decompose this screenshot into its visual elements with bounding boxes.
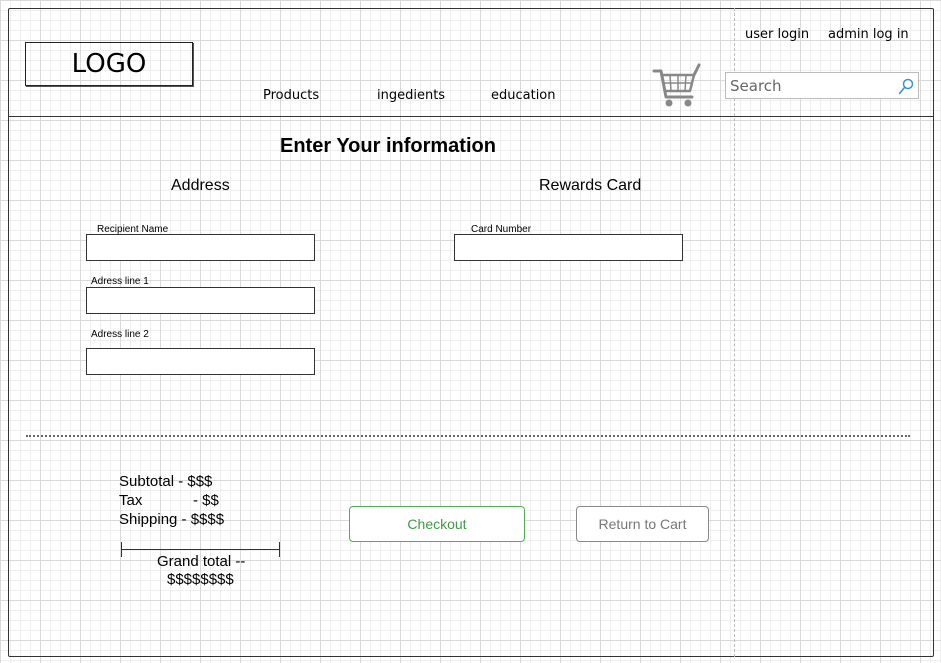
nav-products[interactable]: Products bbox=[263, 88, 319, 103]
grand-total-rule bbox=[121, 549, 279, 550]
address-line1-label: Adress line 1 bbox=[91, 276, 149, 287]
page-title: Enter Your information bbox=[280, 135, 496, 157]
shipping-text: Shipping - $$$$ bbox=[119, 511, 225, 528]
recipient-name-field[interactable] bbox=[86, 234, 315, 261]
nav-education[interactable]: education bbox=[491, 88, 556, 103]
address-heading: Address bbox=[171, 177, 230, 194]
subtotal-text: Subtotal - $$$ bbox=[119, 473, 213, 490]
search-icon[interactable] bbox=[898, 78, 914, 95]
address-line2-label: Adress line 2 bbox=[91, 329, 149, 340]
address-line1-field[interactable] bbox=[86, 287, 315, 314]
header-divider bbox=[8, 116, 934, 117]
user-login-link[interactable]: user login bbox=[745, 27, 809, 42]
return-to-cart-button[interactable]: Return to Cart bbox=[576, 506, 709, 542]
section-divider bbox=[26, 435, 910, 437]
card-number-field[interactable] bbox=[454, 234, 683, 261]
address-line2-field[interactable] bbox=[86, 348, 315, 375]
tax-label: Tax bbox=[119, 492, 143, 509]
grand-total-label: Grand total -- bbox=[157, 553, 246, 570]
search-input[interactable] bbox=[730, 76, 890, 96]
rewards-heading: Rewards Card bbox=[539, 177, 642, 194]
search-box[interactable] bbox=[725, 72, 919, 99]
grand-total-rule-left-tick bbox=[121, 542, 122, 557]
tax-value: - $$ bbox=[193, 492, 219, 509]
grand-total-rule-right-tick bbox=[279, 542, 280, 557]
admin-login-link[interactable]: admin log in bbox=[828, 27, 909, 42]
cart-icon[interactable] bbox=[652, 62, 702, 110]
logo[interactable]: LOGO bbox=[25, 42, 193, 86]
checkout-button[interactable]: Checkout bbox=[349, 506, 525, 542]
grand-total-value: $$$$$$$$ bbox=[167, 571, 234, 588]
right-guide-line bbox=[734, 8, 735, 657]
nav-ingredients[interactable]: ingedients bbox=[377, 88, 445, 103]
